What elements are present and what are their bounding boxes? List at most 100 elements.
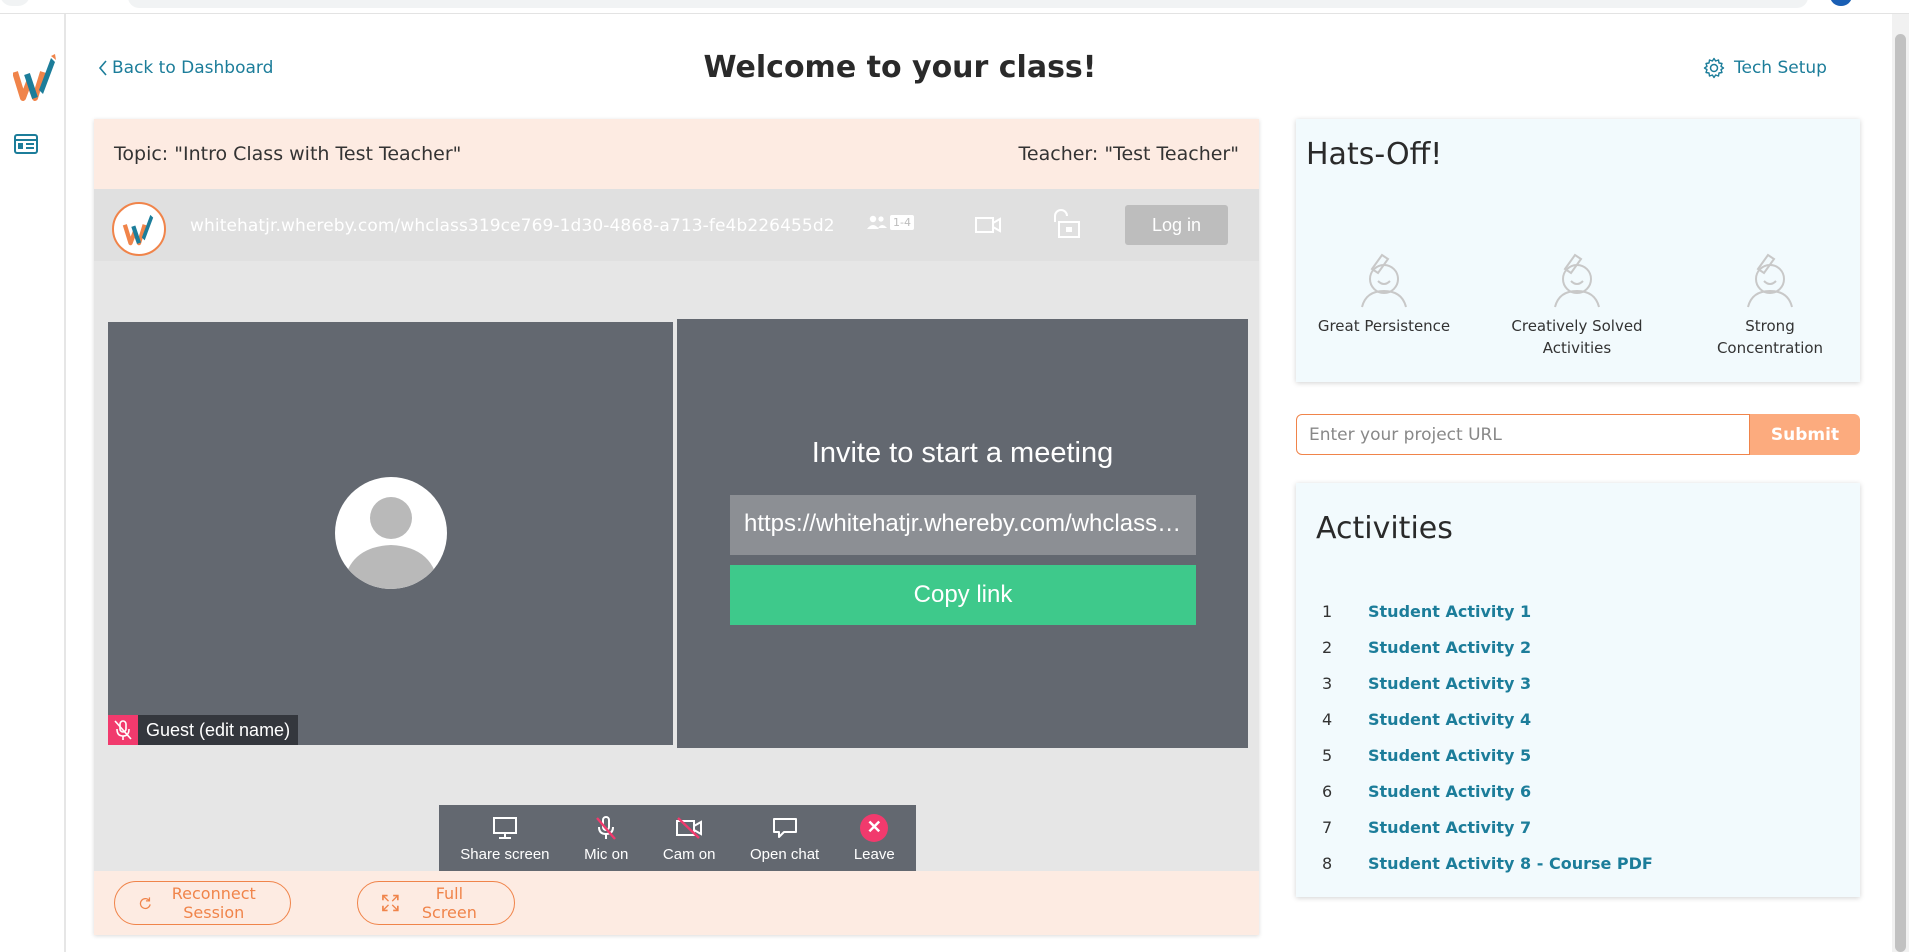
mic-muted-icon xyxy=(108,715,138,745)
badge-label-line2: Activities xyxy=(1542,339,1612,357)
mic-label: Mic on xyxy=(584,845,629,863)
list-item: 4 Student Activity 4 xyxy=(1322,701,1653,737)
guest-avatar xyxy=(335,477,447,589)
cam-toggle-button[interactable]: Cam on xyxy=(662,814,716,863)
open-chat-button[interactable]: Open chat xyxy=(750,814,819,863)
class-panel: Topic: "Intro Class with Test Teacher" T… xyxy=(94,119,1259,935)
activities-title: Activities xyxy=(1316,511,1453,546)
refresh-icon xyxy=(139,897,151,910)
whereby-room-bar: whitehatjr.whereby.com/whclass319ce769-1… xyxy=(94,189,1259,261)
activity-link[interactable]: Student Activity 2 xyxy=(1368,638,1531,657)
guest-name-tag[interactable]: Guest (edit name) xyxy=(108,715,299,745)
invite-title: Invite to start a meeting xyxy=(811,437,1114,469)
call-controls: Share screen Mic on Cam on Open chat ✕ L… xyxy=(439,805,916,871)
activities-card: Activities 1 Student Activity 1 2 Student … xyxy=(1296,483,1860,897)
guest-name: Guest (edit name) xyxy=(146,719,291,740)
gear-icon xyxy=(1703,57,1725,79)
activity-number: 1 xyxy=(1322,601,1333,621)
submit-button[interactable]: Submit xyxy=(1750,414,1860,455)
tech-setup-link[interactable]: Tech Setup xyxy=(1703,57,1827,79)
browser-top-strip xyxy=(0,0,1909,14)
badge-label: Great Persistence xyxy=(1317,317,1451,335)
scrollbar-thumb[interactable] xyxy=(1895,34,1906,952)
list-item: 6 Student Activity 6 xyxy=(1322,773,1653,809)
activity-number: 6 xyxy=(1322,781,1333,801)
whitehat-logo-icon xyxy=(122,214,154,246)
hats-off-badge-icon xyxy=(1361,253,1407,308)
full-screen-label: Full Screen xyxy=(421,884,477,922)
room-url: whitehatjr.whereby.com/whclass319ce769-1… xyxy=(190,216,835,236)
badge-label-line1: Creatively Solved xyxy=(1511,317,1643,335)
cam-label: Cam on xyxy=(662,845,716,863)
camera-icon[interactable] xyxy=(974,215,1002,235)
browser-back-button[interactable] xyxy=(0,0,30,6)
share-screen-button[interactable]: Share screen xyxy=(460,814,550,863)
browser-address-bar[interactable] xyxy=(128,0,1808,8)
teacher-text: Teacher: "Test Teacher" xyxy=(1018,143,1239,165)
activity-link[interactable]: Student Activity 3 xyxy=(1368,674,1531,693)
back-to-dashboard-link[interactable]: Back to Dashboard xyxy=(98,58,273,78)
hats-off-badge-icon xyxy=(1747,253,1793,308)
people-icon xyxy=(867,215,887,229)
full-screen-button[interactable]: Full Screen xyxy=(357,881,515,925)
badge-label-line1: Strong xyxy=(1745,317,1795,335)
user-silhouette-icon xyxy=(343,497,439,589)
list-item: 2 Student Activity 2 xyxy=(1322,629,1653,665)
reconnect-session-button[interactable]: Reconnect Session xyxy=(114,881,291,925)
list-item: 1 Student Activity 1 xyxy=(1322,593,1653,629)
activity-link[interactable]: Student Activity 7 xyxy=(1368,818,1531,837)
activity-number: 4 xyxy=(1322,709,1333,729)
activity-number: 5 xyxy=(1322,745,1333,765)
reconnect-session-label: Reconnect Session xyxy=(171,884,256,922)
unlocked-icon[interactable] xyxy=(1050,209,1082,239)
login-button[interactable]: Log in xyxy=(1125,205,1228,245)
topic-bar: Topic: "Intro Class with Test Teacher" T… xyxy=(94,119,1259,189)
list-item: 3 Student Activity 3 xyxy=(1322,665,1653,701)
participants-indicator[interactable]: 1-4 xyxy=(866,214,914,230)
hats-off-card: Hats-Off! Great Persistence Creatively S… xyxy=(1296,119,1860,382)
activity-link[interactable]: Student Activity 4 xyxy=(1368,710,1531,729)
leave-button[interactable]: ✕ Leave xyxy=(853,813,895,863)
left-rail xyxy=(0,14,66,952)
list-item: 7 Student Activity 7 xyxy=(1322,809,1653,845)
share-screen-label: Share screen xyxy=(460,845,550,863)
activity-number: 2 xyxy=(1322,637,1333,657)
topic-text: Topic: "Intro Class with Test Teacher" xyxy=(114,143,462,165)
list-item: 8 Student Activity 8 - Course PDF xyxy=(1322,845,1653,881)
activity-link[interactable]: Student Activity 6 xyxy=(1368,782,1531,801)
mic-toggle-button[interactable]: Mic on xyxy=(584,814,628,863)
activity-link[interactable]: Student Activity 5 xyxy=(1368,746,1531,765)
leave-label: Leave xyxy=(853,845,895,863)
dashboard-card-icon[interactable] xyxy=(14,133,38,155)
badge-strong-concentration: Strong Concentration xyxy=(1690,251,1850,359)
badge-creatively-solved: Creatively Solved Activities xyxy=(1497,251,1657,359)
whitehat-logo-icon[interactable] xyxy=(13,54,57,102)
activity-link[interactable]: Student Activity 1 xyxy=(1368,602,1531,621)
browser-profile-avatar[interactable] xyxy=(1830,0,1852,6)
project-url-input[interactable] xyxy=(1296,414,1750,455)
chat-icon xyxy=(772,817,797,838)
expand-icon xyxy=(382,894,399,912)
guest-video-tile: Guest (edit name) xyxy=(108,322,673,745)
hats-off-title: Hats-Off! xyxy=(1306,137,1443,172)
list-item: 5 Student Activity 5 xyxy=(1322,737,1653,773)
tech-setup-label: Tech Setup xyxy=(1734,58,1827,78)
badge-label-line2: Concentration xyxy=(1716,339,1824,357)
page-scrollbar[interactable] xyxy=(1892,14,1909,952)
back-to-dashboard-label: Back to Dashboard xyxy=(112,58,274,78)
room-avatar xyxy=(112,202,166,256)
session-action-bar: Reconnect Session Full Screen xyxy=(94,871,1259,935)
activity-number: 7 xyxy=(1322,817,1333,837)
activity-link[interactable]: Student Activity 8 - Course PDF xyxy=(1368,854,1653,873)
invite-url-field[interactable]: https://whitehatjr.whereby.com/whclass31… xyxy=(730,495,1196,555)
page-title: Welcome to your class! xyxy=(703,50,1097,85)
activity-number: 3 xyxy=(1322,673,1333,693)
invite-tile: Invite to start a meeting https://whiteh… xyxy=(677,319,1248,748)
close-icon: ✕ xyxy=(860,813,889,842)
mic-off-icon xyxy=(596,815,617,840)
participant-count: 1-4 xyxy=(890,214,914,230)
copy-link-button[interactable]: Copy link xyxy=(730,565,1196,625)
monitor-icon xyxy=(492,816,517,839)
activities-list: 1 Student Activity 1 2 Student Activity 2 … xyxy=(1322,593,1653,881)
hats-off-badge-icon xyxy=(1554,253,1600,308)
